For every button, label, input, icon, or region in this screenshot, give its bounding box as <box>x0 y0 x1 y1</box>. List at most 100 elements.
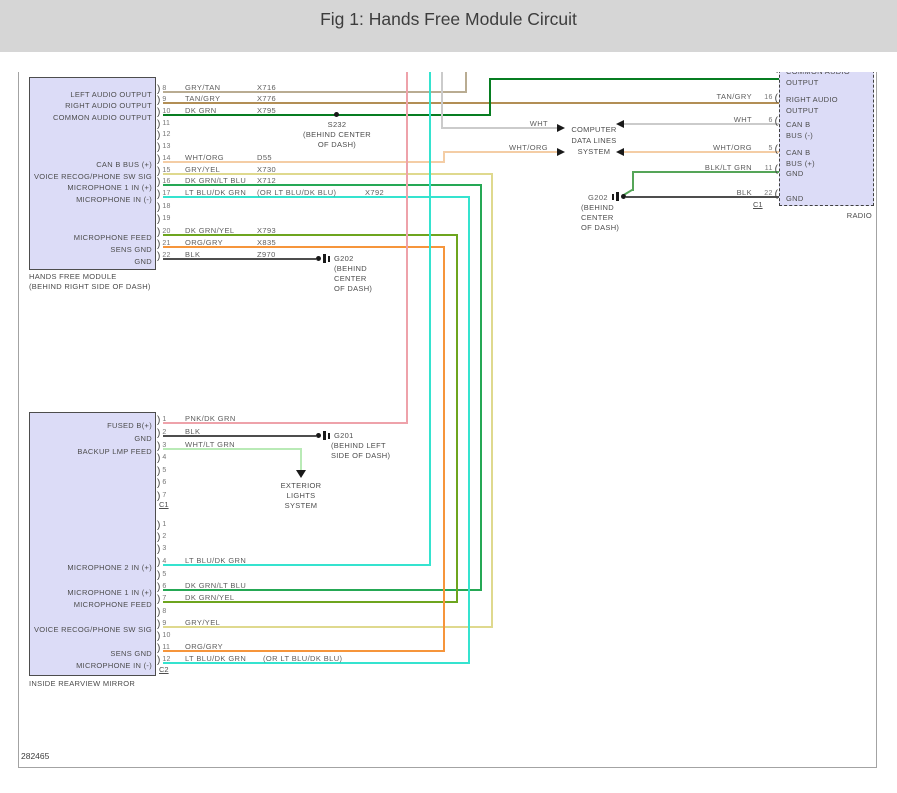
wire-gry-yel-drop <box>491 173 493 628</box>
mirror-c2-pin-11: 11 <box>157 643 170 654</box>
radio-signal-label: OUTPUT <box>786 78 819 87</box>
ground-symbol-g201 <box>316 431 331 441</box>
ground-location-line: OF DASH) <box>581 223 620 232</box>
ground-location: (BEHIND LEFT SIDE OF DASH) <box>331 441 390 461</box>
pin-number: 22 <box>162 252 171 259</box>
pin-number: 18 <box>162 203 171 210</box>
hfm-pin-18: 18 <box>157 202 171 213</box>
ground-location-line: CENTER <box>334 274 367 283</box>
hfm-signal-label: CAN B BUS (+) <box>96 160 152 169</box>
pin-number: 14 <box>162 155 171 162</box>
pin-number: 4 <box>162 454 167 461</box>
mirror-c1-pin-2: 2 <box>157 428 167 439</box>
pin-number: 3 <box>162 545 167 552</box>
system-label-line: EXTERIOR <box>280 481 322 490</box>
hfm-pin-21: 21 <box>157 239 171 250</box>
pin-number: 4 <box>162 558 167 565</box>
figure-title: Fig 1: Hands Free Module Circuit <box>320 9 577 29</box>
mirror-signal-label: GND <box>134 434 152 443</box>
wire-dk-grn-riser <box>489 78 491 116</box>
ground-name: G202 <box>334 254 354 263</box>
hfm-pin-8: 8 <box>157 84 167 95</box>
wire-color-label: BLK <box>185 427 201 436</box>
wire-color-label: WHT/ORG <box>712 143 752 152</box>
mirror-c2-connector-label: C2 <box>159 665 169 674</box>
ground-location-line: (BEHIND LEFT <box>331 441 386 450</box>
wire-dk-grn-lt-blu-drop <box>480 184 482 591</box>
mirror-c1-pin-4: 4 <box>157 453 167 464</box>
mirror-c2-pin-9: 9 <box>157 619 167 630</box>
pin-number: 20 <box>162 228 171 235</box>
pin-number: 9 <box>162 96 167 103</box>
hfm-pin-20: 20 <box>157 227 171 238</box>
border-right <box>876 72 877 768</box>
hfm-signal-label: VOICE RECOG/PHONE SW SIG <box>33 172 152 181</box>
hfm-pin-11: 11 <box>157 119 170 130</box>
ground-location-line: OF DASH) <box>334 284 373 293</box>
hfm-pin-14: 14 <box>157 154 171 165</box>
pin-number: 19 <box>162 215 171 222</box>
radio-signal-label: RIGHT AUDIO <box>786 95 838 104</box>
hfm-pin-10: 10 <box>157 107 171 118</box>
wire-color-label: LT BLU/DK GRN <box>185 188 247 197</box>
hfm-signal-label: RIGHT AUDIO OUTPUT <box>65 101 152 110</box>
mirror-c2-pin-10: 10 <box>157 631 171 642</box>
pin-number: 5 <box>162 467 167 474</box>
wire-color-label: GRY/TAN <box>185 83 221 92</box>
hfm-name: HANDS FREE MODULE <box>29 272 117 281</box>
radio-signal-label: BUS (+) <box>786 159 815 168</box>
radio-pin-16: 16 <box>752 93 778 104</box>
wire-org-gry-drop <box>443 246 445 652</box>
computer-data-lines-system-label: COMPUTER DATA LINES SYSTEM <box>566 124 622 157</box>
pin-number: 21 <box>162 240 171 247</box>
pin-number: 7 <box>162 595 167 602</box>
system-label-line: SYSTEM <box>577 147 611 156</box>
splice-name: S232 <box>327 120 347 129</box>
circuit-code: X792 <box>365 188 385 197</box>
wire-color-label: GRY/YEL <box>185 618 221 627</box>
border-bottom <box>18 767 877 768</box>
mirror-c1-pin-3: 3 <box>157 441 167 452</box>
ground-symbol-g202-module <box>316 254 331 264</box>
wire-color-label: BLK <box>185 250 201 259</box>
wire-dk-grn-yel-drop <box>456 234 458 603</box>
wire-color-label: WHT/ORG <box>185 153 225 162</box>
pin-number: 8 <box>162 608 167 615</box>
wire-alt-color-label: (OR LT BLU/DK BLU) <box>263 654 343 663</box>
offpage-arrow-down-icon <box>296 470 306 478</box>
circuit-code: D55 <box>257 153 272 162</box>
mirror-signal-label: MICROPHONE 2 IN (+) <box>67 563 152 572</box>
offpage-arrow-right-icon <box>557 124 565 132</box>
hfm-signal-label: SENS GND <box>110 245 152 254</box>
hfm-signal-label: GND <box>134 257 152 266</box>
ground-name: G201 <box>334 431 354 440</box>
mirror-c1-pin-5: 5 <box>157 466 167 477</box>
mirror-signal-label: FUSED B(+) <box>107 421 152 430</box>
wire-color-label: WHT <box>733 115 752 124</box>
hfm-pin-12: 12 <box>157 130 171 141</box>
pin-number: 11 <box>764 165 773 172</box>
wire-color-label: GRY/YEL <box>185 165 221 174</box>
circuit-code: X716 <box>257 83 277 92</box>
wire-dk-grn-to-radio <box>489 78 779 80</box>
wire-color-label: DK GRN <box>185 106 217 115</box>
radio-name: RADIO <box>846 211 872 220</box>
mirror-signal-label: BACKUP LMP FEED <box>77 447 152 456</box>
pin-number: 6 <box>768 117 773 124</box>
pin-number: 6 <box>162 583 167 590</box>
radio-signal-label: GND <box>786 169 804 178</box>
pin-number: 12 <box>162 656 171 663</box>
mirror-c2-pin-1: 1 <box>157 520 167 531</box>
mirror-c1-connector-label: C1 <box>159 500 169 509</box>
pin-number: 2 <box>162 429 167 436</box>
hfm-pin-13: 13 <box>157 142 171 153</box>
pin-number: 16 <box>162 178 171 185</box>
figure-title-bar: Fig 1: Hands Free Module Circuit <box>0 0 897 52</box>
hfm-pin-9: 9 <box>157 95 167 106</box>
radio-pin-22: 22 <box>752 189 778 200</box>
mirror-c2-pin-5: 5 <box>157 570 167 581</box>
hfm-pin-22: 22 <box>157 251 171 262</box>
pin-number: 10 <box>162 108 171 115</box>
ground-location-line: CENTER <box>581 213 614 222</box>
mirror-c2-pin-8: 8 <box>157 607 167 618</box>
